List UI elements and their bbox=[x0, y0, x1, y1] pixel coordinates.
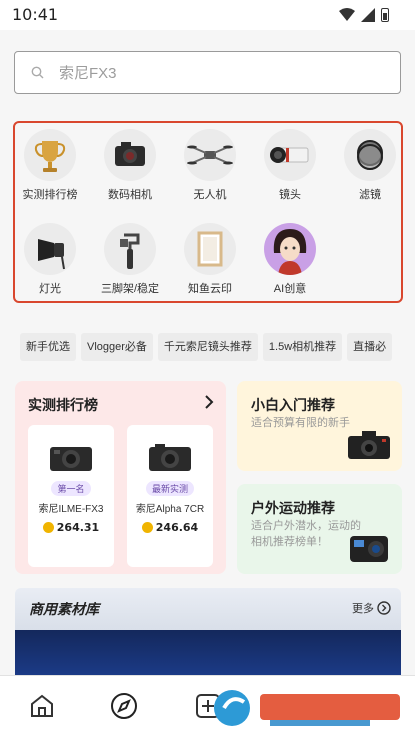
ranking-title: 实测排行榜 bbox=[28, 397, 98, 413]
status-bar: 10:41 bbox=[0, 0, 415, 30]
drone-icon bbox=[184, 129, 236, 181]
gimbal-icon bbox=[104, 223, 156, 275]
lens-icon bbox=[264, 129, 316, 181]
score-value: 264.31 bbox=[56, 521, 100, 534]
materials-banner[interactable] bbox=[15, 630, 401, 675]
home-icon[interactable] bbox=[28, 692, 56, 720]
more-label: 更多 bbox=[352, 603, 374, 615]
tag-item[interactable]: Vlogger必备 bbox=[81, 333, 153, 361]
tag-item[interactable]: 直播必 bbox=[347, 333, 393, 361]
product-name: 索尼ILME-FX3 bbox=[38, 504, 104, 515]
category-label: 灯光 bbox=[39, 283, 61, 295]
category-filter[interactable]: 滤镜 bbox=[330, 129, 410, 202]
category-label: 无人机 bbox=[193, 189, 227, 201]
product-name: 索尼Alpha 7CR bbox=[135, 504, 205, 515]
trophy-icon bbox=[24, 129, 76, 181]
search-input[interactable] bbox=[59, 60, 379, 86]
rank-badge: 第一名 bbox=[51, 481, 91, 496]
more-link[interactable]: 更多 bbox=[352, 600, 391, 616]
score-value: 246.64 bbox=[155, 521, 199, 534]
category-print[interactable]: 知鱼云印 bbox=[170, 223, 250, 296]
status-time: 10:41 bbox=[12, 5, 59, 24]
tag-item[interactable]: 千元索尼镜头推荐 bbox=[157, 333, 258, 361]
category-label: 镜头 bbox=[279, 189, 301, 201]
product-score: 264.31 bbox=[28, 521, 114, 534]
frame-icon bbox=[184, 223, 236, 275]
wifi-icon bbox=[339, 8, 355, 21]
category-gimbal[interactable]: 三脚架/稳定 bbox=[90, 223, 170, 296]
chevron-right-icon[interactable] bbox=[204, 395, 214, 409]
ranking-item[interactable]: 最新实测 索尼Alpha 7CR 246.64 bbox=[127, 425, 213, 567]
medal-icon bbox=[42, 522, 54, 533]
card-title: 户外运动推荐 bbox=[251, 500, 335, 516]
compass-icon[interactable] bbox=[110, 692, 138, 720]
category-label: 三脚架/稳定 bbox=[100, 283, 160, 295]
ranking-item[interactable]: 第一名 索尼ILME-FX3 264.31 bbox=[28, 425, 114, 567]
tag-row: 新手优选 Vlogger必备 千元索尼镜头推荐 1.5w相机推荐 直播必 bbox=[20, 333, 415, 361]
tag-item[interactable]: 新手优选 bbox=[20, 333, 76, 361]
card-title: 小白入门推荐 bbox=[251, 397, 335, 413]
outdoor-recommend-card[interactable]: 户外运动推荐 适合户外潜水，运动的相机推荐榜单！ bbox=[237, 484, 402, 574]
materials-title: 商用素材库 bbox=[29, 601, 99, 617]
ranking-card[interactable]: 实测排行榜 第一名 索尼ILME-FX3 264.31 最新实测 索尼Alpha… bbox=[15, 381, 226, 574]
camera-icon bbox=[104, 129, 156, 181]
beginner-recommend-card[interactable]: 小白入门推荐 适合预算有限的新手 bbox=[237, 381, 402, 471]
medal-icon bbox=[141, 522, 153, 533]
category-ranking[interactable]: 实测排行榜 bbox=[10, 129, 90, 202]
card-subtitle: 适合预算有限的新手 bbox=[251, 417, 350, 429]
category-drone[interactable]: 无人机 bbox=[170, 129, 250, 202]
status-icons bbox=[339, 8, 389, 22]
filter-icon bbox=[344, 129, 396, 181]
signal-icon bbox=[361, 8, 375, 22]
category-light[interactable]: 灯光 bbox=[10, 223, 90, 296]
category-label: 实测排行榜 bbox=[22, 189, 78, 201]
category-label: 滤镜 bbox=[359, 189, 381, 201]
category-label: 知鱼云印 bbox=[188, 283, 232, 295]
search-icon bbox=[31, 66, 44, 79]
rank-badge: 最新实测 bbox=[145, 481, 194, 496]
ai-avatar-icon bbox=[264, 223, 316, 275]
camera-icon bbox=[149, 444, 191, 471]
camera-icon bbox=[348, 431, 390, 459]
site-watermark-logo bbox=[214, 690, 400, 726]
category-digital-camera[interactable]: 数码相机 bbox=[90, 129, 170, 202]
materials-header: 商用素材库 更多 bbox=[15, 588, 401, 630]
search-bar[interactable] bbox=[14, 51, 401, 94]
chevron-right-circle-icon bbox=[377, 601, 391, 615]
category-panel: 实测排行榜 数码相机 无人机 镜头 滤镜 灯光 三脚架/稳定 知鱼云印 AI创意 bbox=[13, 121, 403, 303]
tag-item[interactable]: 1.5w相机推荐 bbox=[262, 333, 343, 361]
category-label: 数码相机 bbox=[108, 189, 152, 201]
category-label: AI创意 bbox=[273, 283, 307, 295]
card-subtitle: 适合户外潜水，运动的相机推荐榜单！ bbox=[251, 520, 361, 548]
product-score: 246.64 bbox=[127, 521, 213, 534]
battery-icon bbox=[381, 8, 389, 22]
camera-icon bbox=[50, 447, 92, 471]
action-camera-icon bbox=[350, 536, 388, 562]
category-lens[interactable]: 镜头 bbox=[250, 129, 330, 202]
light-icon bbox=[24, 223, 76, 275]
category-ai[interactable]: AI创意 bbox=[250, 223, 330, 296]
